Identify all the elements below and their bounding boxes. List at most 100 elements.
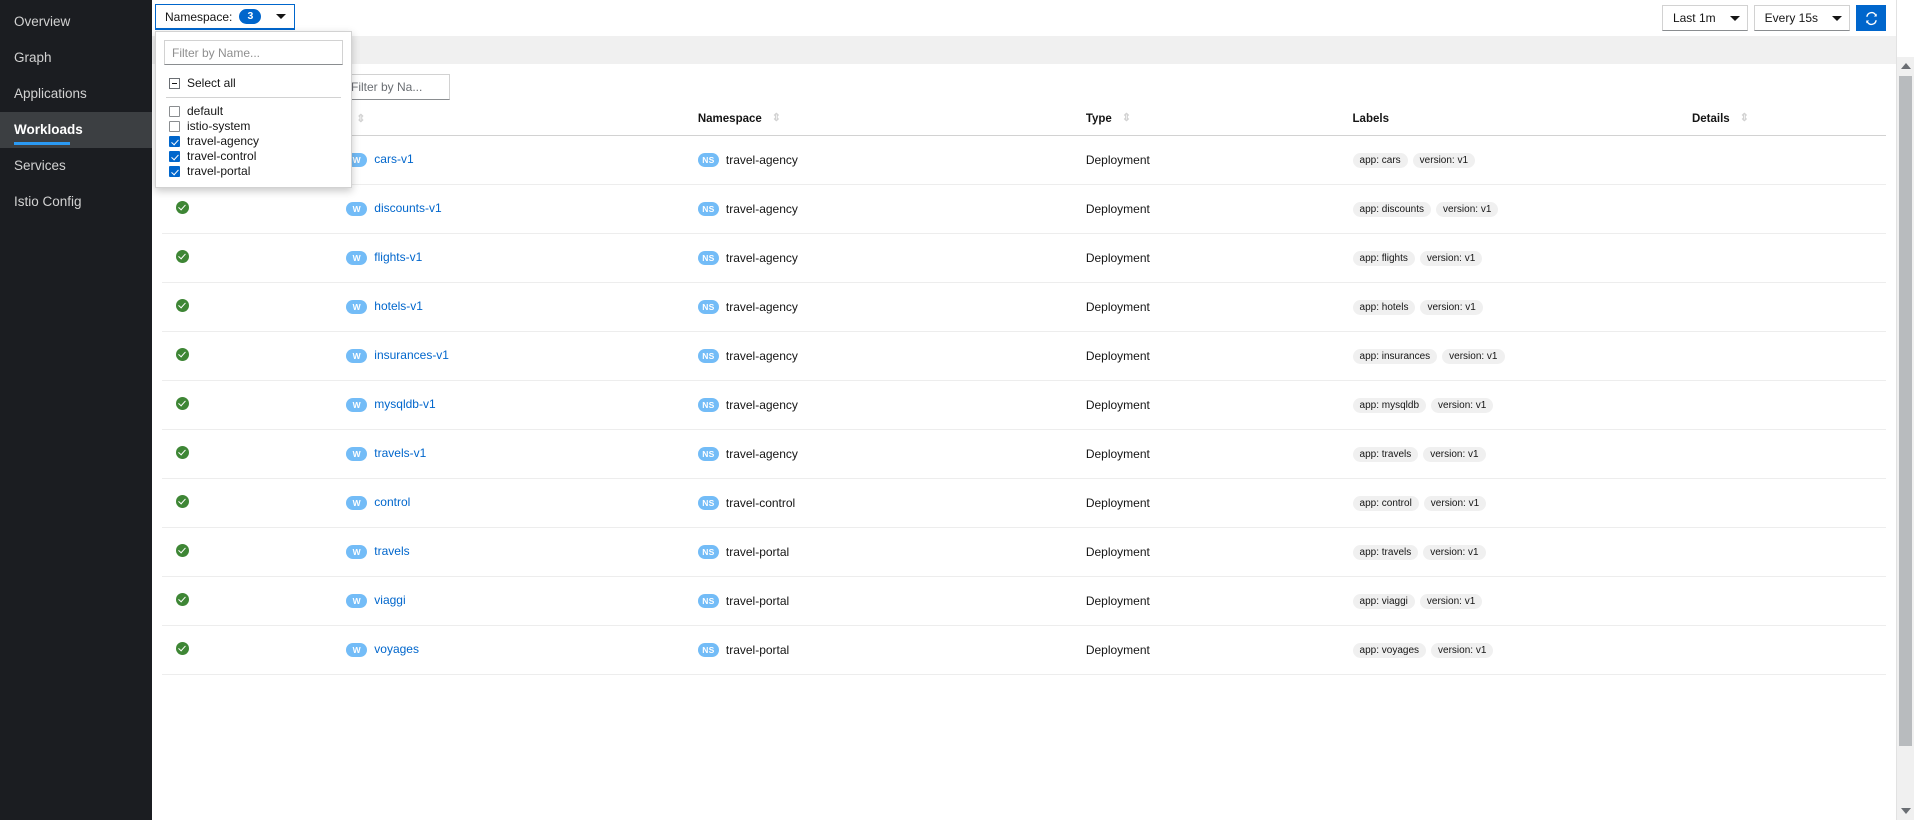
workload-link[interactable]: mysqldb-v1 — [374, 397, 435, 411]
label-chip: app: viaggi — [1352, 593, 1415, 609]
label-chip: version: v1 — [1412, 152, 1476, 168]
cell-health — [162, 282, 347, 332]
cell-namespace: NS travel-agency — [697, 282, 1086, 332]
table-row[interactable]: Winsurances-v1 NS travel-agency Deployment a… — [162, 331, 1886, 381]
sort-icon[interactable]: ⇕ — [1122, 113, 1131, 124]
workload-link[interactable]: cars-v1 — [374, 152, 413, 166]
select-all-option[interactable]: Select all — [156, 73, 351, 97]
cell-namespace: NS travel-agency — [697, 233, 1086, 283]
namespace-filter-input[interactable] — [164, 40, 343, 65]
table-row[interactable]: Wtravels-v1 NS travel-agency Deployment app:… — [162, 429, 1886, 479]
table-row[interactable]: Wcontrol NS travel-control Deployment app: c… — [162, 478, 1886, 528]
workload-link[interactable]: discounts-v1 — [374, 201, 441, 215]
sidebar-item-label: Graph — [14, 50, 52, 65]
workload-link[interactable]: insurances-v1 — [374, 348, 449, 362]
namespace-option-travel-control[interactable]: travel-control — [156, 149, 351, 164]
health-healthy-icon — [176, 249, 189, 263]
filter-by-name-input[interactable] — [342, 74, 450, 100]
namespace-badge-icon: NS — [697, 152, 719, 167]
table-row[interactable]: Wvoyages NS travel-portal Deployment app: vo… — [162, 625, 1886, 675]
column-header-name[interactable]: ⇕ — [346, 110, 698, 136]
column-header-details[interactable]: Details ⇕ — [1691, 110, 1886, 136]
workload-link[interactable]: control — [374, 495, 410, 509]
refresh-button[interactable] — [1856, 5, 1886, 31]
sort-icon[interactable]: ⇕ — [772, 113, 781, 124]
namespace-selector-toggle[interactable]: Namespace: 3 — [155, 4, 296, 30]
checkbox-checked-icon[interactable] — [169, 151, 180, 162]
table-header-row: ⇕ Namespace ⇕ Type ⇕ Labels Details ⇕ — [162, 110, 1886, 136]
sidebar-item-applications[interactable]: Applications — [0, 76, 152, 112]
health-healthy-icon — [176, 396, 189, 410]
sidebar-item-graph[interactable]: Graph — [0, 40, 152, 76]
sidebar-item-workloads[interactable]: Workloads — [0, 112, 152, 148]
sidebar-item-overview[interactable]: Overview — [0, 4, 152, 40]
page-scrollbar[interactable] — [1896, 0, 1914, 820]
cell-health — [162, 380, 347, 430]
sidebar-item-istio-config[interactable]: Istio Config — [0, 184, 152, 220]
namespace-badge-icon: NS — [697, 446, 719, 461]
cell-labels: app: insurances version: v1 — [1352, 331, 1692, 381]
label-chip: version: v1 — [1419, 250, 1483, 266]
workload-link[interactable]: viaggi — [374, 593, 405, 607]
workload-link[interactable]: flights-v1 — [374, 250, 422, 264]
health-healthy-icon — [176, 347, 189, 361]
table-row[interactable]: Whotels-v1 NS travel-agency Deployment app: … — [162, 282, 1886, 332]
workload-link[interactable]: voyages — [374, 642, 419, 656]
health-healthy-icon — [176, 592, 189, 606]
workload-link[interactable]: hotels-v1 — [374, 299, 423, 313]
namespace-name: travel-agency — [725, 397, 798, 412]
checkbox-checked-icon[interactable] — [169, 136, 180, 147]
cell-details — [1691, 184, 1886, 234]
namespace-option-travel-agency[interactable]: travel-agency — [156, 134, 351, 149]
sidebar-item-label: Services — [14, 158, 66, 173]
cell-type: Deployment — [1085, 380, 1353, 430]
workload-link[interactable]: travels — [374, 544, 409, 558]
workload-link[interactable]: travels-v1 — [374, 446, 426, 460]
column-header-type[interactable]: Type ⇕ — [1085, 110, 1353, 136]
sort-icon[interactable]: ⇕ — [356, 113, 365, 125]
table-row[interactable]: Wcars-v1 NS travel-agency Deployment app: ca… — [162, 135, 1886, 185]
namespace-option-default[interactable]: default — [156, 104, 351, 119]
sidebar-item-label: Istio Config — [14, 194, 82, 209]
health-healthy-icon — [176, 494, 189, 508]
checkbox-unchecked-icon[interactable] — [169, 121, 180, 132]
column-header-labels[interactable]: Labels — [1352, 110, 1692, 136]
checkbox-checked-icon[interactable] — [169, 166, 180, 177]
cell-workload-name: Wcontrol — [346, 478, 698, 528]
table-row[interactable]: Wflights-v1 NS travel-agency Deployment app:… — [162, 233, 1886, 283]
column-header-namespace[interactable]: Namespace ⇕ — [697, 110, 1086, 136]
cell-workload-name: Wmysqldb-v1 — [346, 380, 698, 430]
scrollbar-down-arrow[interactable] — [1897, 802, 1914, 820]
namespace-name: travel-agency — [725, 152, 798, 167]
refresh-interval-select[interactable]: Every 15s — [1753, 5, 1850, 31]
namespace-option-istio-system[interactable]: istio-system — [156, 119, 351, 134]
namespace-option-travel-portal[interactable]: travel-portal — [156, 164, 351, 179]
table-row[interactable]: Wtravels NS travel-portal Deployment app: tr… — [162, 527, 1886, 577]
cell-health — [162, 331, 347, 381]
indeterminate-checkbox-icon[interactable] — [169, 77, 180, 89]
cell-namespace: NS travel-portal — [697, 576, 1086, 626]
namespace-option-label: travel-agency — [187, 134, 260, 148]
table-row[interactable]: Wviaggi NS travel-portal Deployment app: via… — [162, 576, 1886, 626]
cell-details — [1691, 625, 1886, 675]
time-range-select[interactable]: Last 1m — [1661, 5, 1748, 31]
namespace-badge-icon: NS — [697, 348, 719, 363]
scrollbar-thumb[interactable] — [1899, 76, 1912, 746]
table-row[interactable]: Wdiscounts-v1 NS travel-agency Deployment ap… — [162, 184, 1886, 234]
label-chip: app: travels — [1352, 544, 1419, 560]
label-chip: app: insurances — [1352, 348, 1438, 364]
cell-labels: app: control version: v1 — [1352, 478, 1692, 528]
cell-type: Deployment — [1085, 282, 1353, 332]
namespace-option-list: default istio-system travel-agency travel-c… — [156, 104, 351, 187]
label-chip: version: v1 — [1419, 593, 1483, 609]
scrollbar-up-arrow[interactable] — [1897, 57, 1914, 75]
sort-icon[interactable]: ⇕ — [1740, 113, 1749, 124]
label-chip: version: v1 — [1436, 201, 1499, 217]
checkbox-unchecked-icon[interactable] — [169, 106, 180, 117]
sidebar-item-services[interactable]: Services — [0, 148, 152, 184]
cell-labels: app: discounts version: v1 — [1352, 184, 1692, 234]
table-row[interactable]: Wmysqldb-v1 NS travel-agency Deployment app:… — [162, 380, 1886, 430]
cell-labels: app: cars version: v1 — [1352, 135, 1692, 185]
namespace-name: travel-agency — [725, 250, 798, 265]
cell-labels: app: flights version: v1 — [1352, 233, 1692, 283]
